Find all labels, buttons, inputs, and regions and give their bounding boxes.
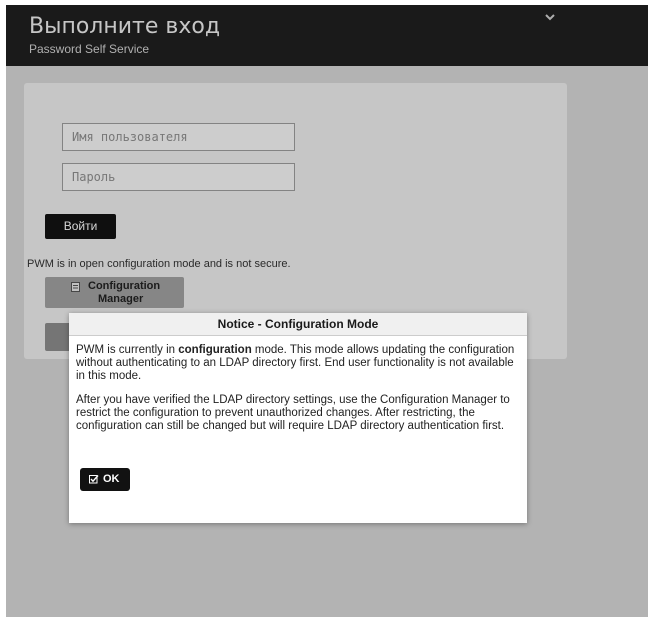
page: Выполните вход Password Self Service Имя…: [6, 5, 648, 617]
dialog-p1-start: PWM is currently in: [76, 344, 179, 356]
ok-button-label: OK: [103, 473, 120, 485]
dialog-paragraph-2: After you have verified the LDAP directo…: [76, 394, 510, 432]
notice-dialog: Notice - Configuration Mode PWM is curre…: [69, 313, 527, 523]
checkbox-icon: [89, 475, 99, 484]
ok-button[interactable]: OK: [80, 468, 130, 491]
modal-backdrop: [6, 5, 648, 617]
dialog-p1-bold: configuration: [178, 344, 252, 356]
dialog-body: PWM is currently in configuration mode. …: [76, 344, 520, 444]
dialog-title: Notice - Configuration Mode: [69, 313, 527, 336]
dialog-paragraph-1: PWM is currently in configuration mode. …: [76, 344, 520, 383]
